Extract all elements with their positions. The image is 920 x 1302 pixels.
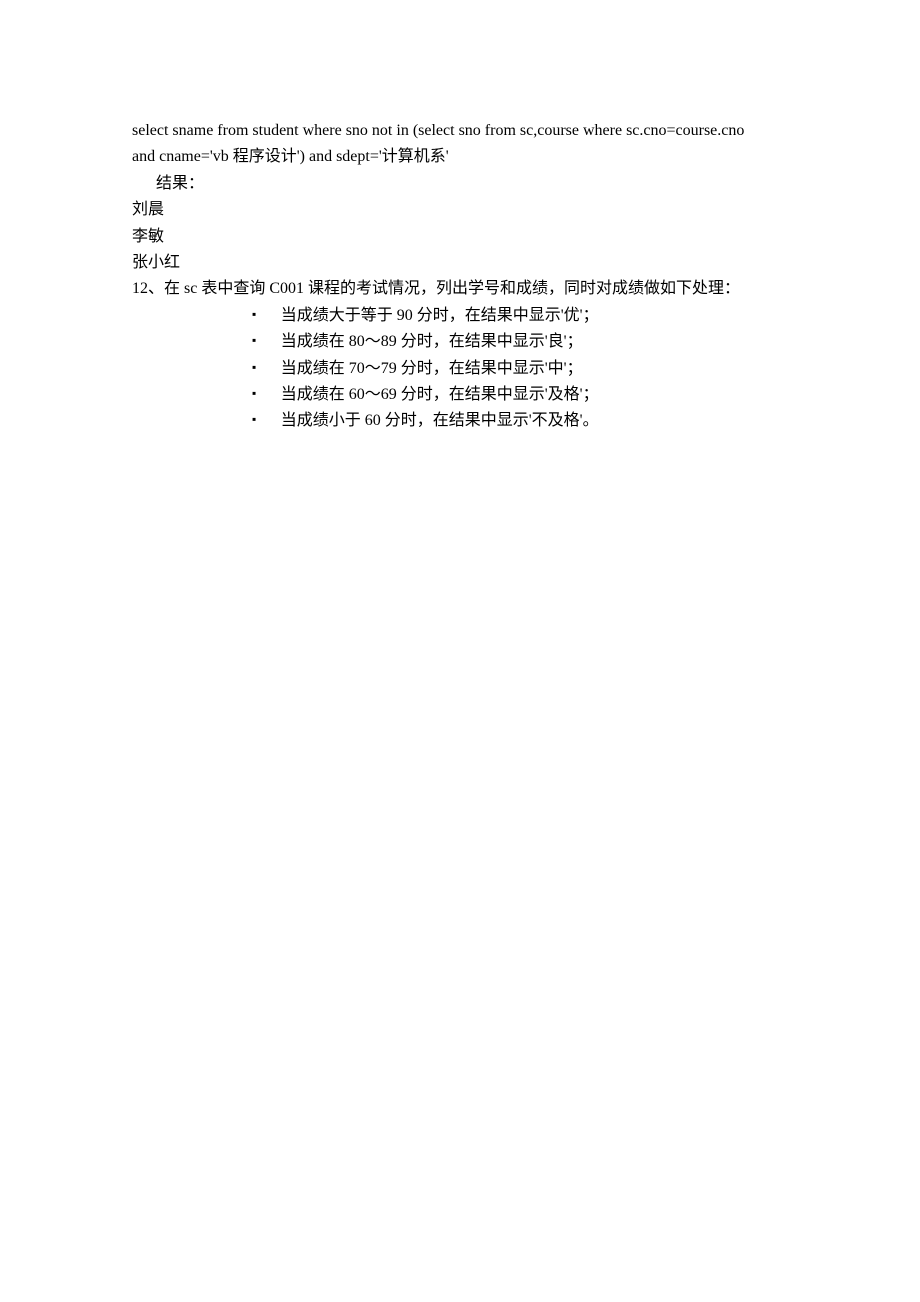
bullet-text: 当成绩在 70～79 分时，在结果中显示'中'； (281, 360, 583, 377)
list-item: 当成绩小于 60 分时，在结果中显示'不及格'。 (252, 408, 788, 434)
list-item: 当成绩在 80～89 分时，在结果中显示'良'； (252, 329, 788, 355)
list-item: 当成绩在 70～79 分时，在结果中显示'中'； (252, 356, 788, 382)
result-item-3: 张小红 (132, 250, 788, 276)
result-item-1: 刘晨 (132, 197, 788, 223)
sql-line-1: select sname from student where sno not … (132, 118, 788, 144)
bullet-text: 当成绩在 60～69 分时，在结果中显示'及格'； (281, 386, 599, 403)
result-item-2: 李敏 (132, 224, 788, 250)
result-label: 结果： (132, 171, 788, 197)
bullet-list: 当成绩大于等于 90 分时，在结果中显示'优'； 当成绩在 80～89 分时，在… (132, 303, 788, 435)
list-item: 当成绩大于等于 90 分时，在结果中显示'优'； (252, 303, 788, 329)
sql-line-2: and cname='vb 程序设计') and sdept='计算机系' (132, 144, 788, 170)
bullet-text: 当成绩小于 60 分时，在结果中显示'不及格'。 (281, 412, 599, 429)
question-12: 12、在 sc 表中查询 C001 课程的考试情况，列出学号和成绩，同时对成绩做… (132, 276, 788, 302)
list-item: 当成绩在 60～69 分时，在结果中显示'及格'； (252, 382, 788, 408)
bullet-text: 当成绩在 80～89 分时，在结果中显示'良'； (281, 333, 583, 350)
bullet-text: 当成绩大于等于 90 分时，在结果中显示'优'； (281, 307, 599, 324)
